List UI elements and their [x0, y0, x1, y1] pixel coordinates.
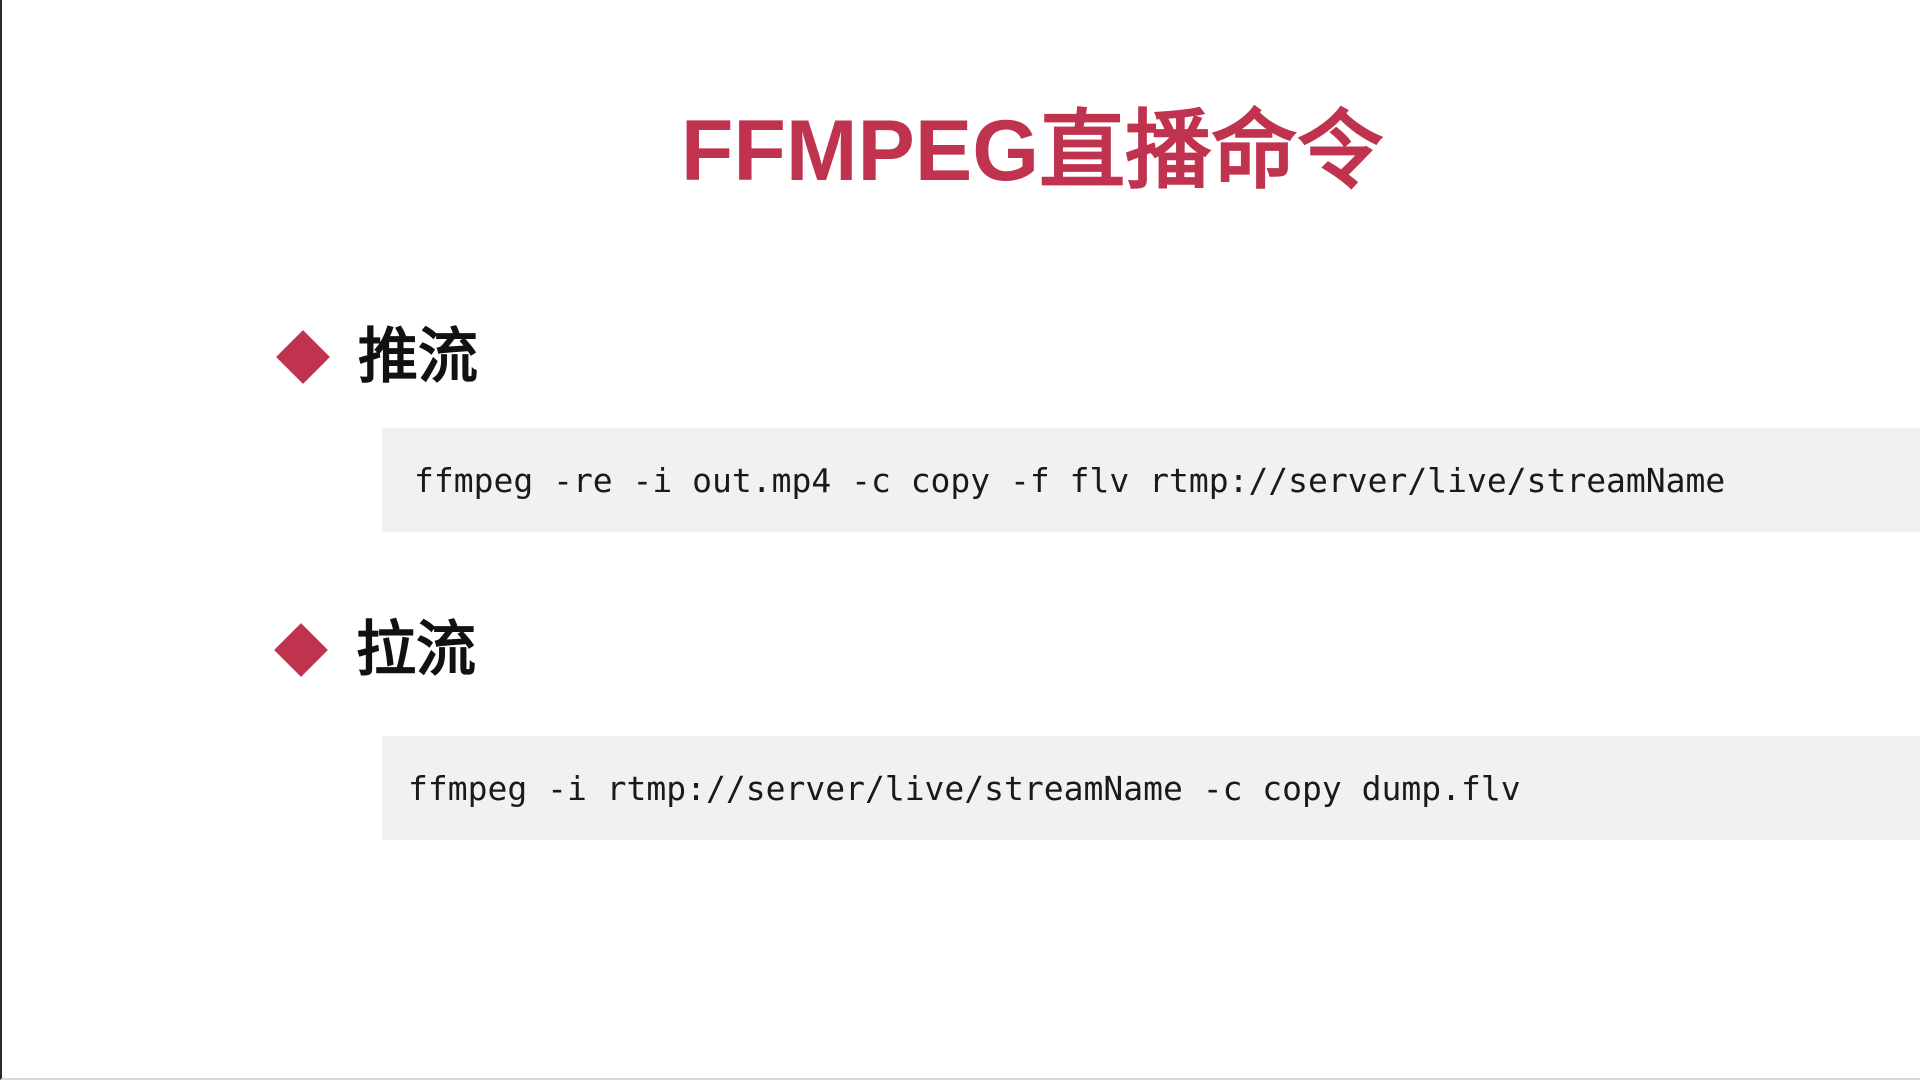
- code-block-pull-command: ffmpeg -i rtmp://server/live/streamName …: [382, 736, 1920, 840]
- section-heading-label: 拉流: [356, 615, 476, 685]
- slide: FFMPEG直播命令 推流 ffmpeg -re -i out.mp4 -c c…: [0, 0, 1920, 1080]
- slide-title: FFMPEG直播命令: [680, 103, 1384, 199]
- command-text: ffmpeg -re -i out.mp4 -c copy -f flv rtm…: [414, 460, 1726, 500]
- section-heading-push: 推流: [274, 322, 478, 392]
- diamond-bullet-icon: [276, 330, 330, 384]
- code-block-push-command: ffmpeg -re -i out.mp4 -c copy -f flv rtm…: [382, 428, 1920, 532]
- section-heading-pull: 拉流: [272, 615, 476, 685]
- diamond-bullet-icon: [274, 623, 328, 677]
- command-text: ffmpeg -i rtmp://server/live/streamName …: [408, 768, 1521, 808]
- section-heading-label: 推流: [358, 322, 478, 392]
